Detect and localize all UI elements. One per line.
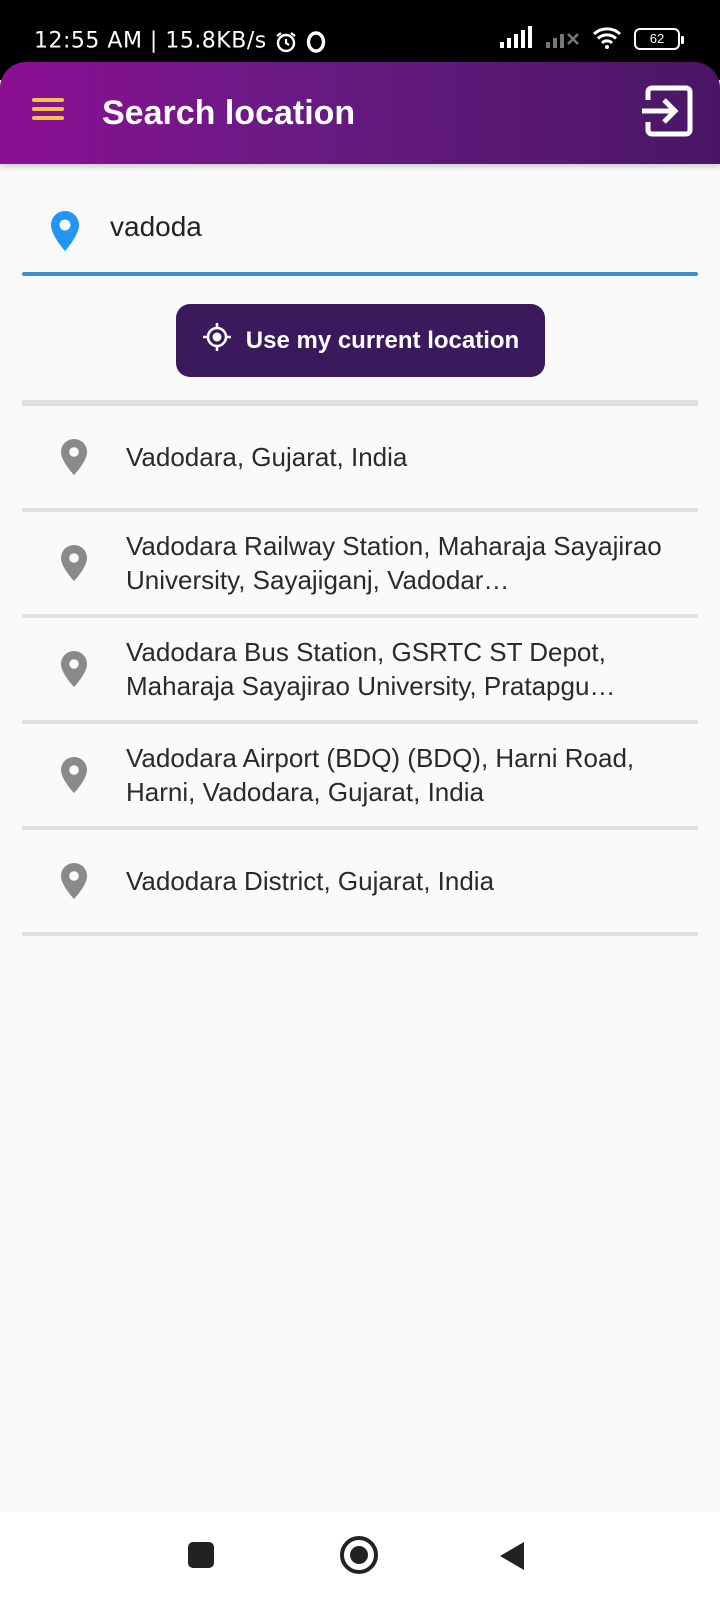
list-item[interactable]: Vadodara, Gujarat, India (22, 406, 698, 512)
page-title: Search location (102, 94, 356, 132)
signal-no-service-icon (546, 26, 580, 53)
list-item[interactable]: Vadodara Bus Station, GSRTC ST Depot, Ma… (22, 618, 698, 724)
alarm-icon (274, 29, 306, 54)
location-pin-icon (60, 756, 88, 794)
list-item-label: Vadodara District, Gujarat, India (126, 866, 495, 896)
my-location-icon (202, 322, 232, 359)
opera-icon (306, 29, 326, 54)
home-icon[interactable] (340, 1536, 378, 1574)
location-pin-icon (60, 544, 88, 582)
search-underline (22, 272, 698, 276)
list-item-label: Vadodara Railway Station, Maharaja Sayaj… (126, 531, 662, 595)
battery-icon: 62 (634, 28, 684, 50)
list-item[interactable]: Vadodara Railway Station, Maharaja Sayaj… (22, 512, 698, 618)
app-bar: Search location (0, 62, 720, 164)
search-input[interactable] (110, 202, 670, 252)
list-item-label: Vadodara, Gujarat, India (126, 442, 408, 472)
list-item-label: Vadodara Bus Station, GSRTC ST Depot, Ma… (126, 637, 616, 701)
hamburger-icon[interactable] (30, 94, 70, 134)
system-navigation-bar (0, 1512, 720, 1600)
use-current-location-label: Use my current location (245, 326, 520, 354)
search-field[interactable] (22, 190, 698, 276)
list-item-label: Vadodara Airport (BDQ) (BDQ), Harni Road… (126, 743, 635, 807)
status-time: 12:55 AM | 15.8KB/s (34, 28, 267, 54)
back-icon[interactable] (500, 1542, 524, 1570)
list-item[interactable]: Vadodara Airport (BDQ) (BDQ), Harni Road… (22, 724, 698, 830)
exit-to-app-icon[interactable] (638, 82, 696, 140)
wifi-icon (592, 25, 622, 54)
location-pin-icon (60, 438, 88, 476)
location-pin-icon (60, 650, 88, 688)
location-pin-icon (60, 862, 88, 900)
signal-icon (500, 25, 534, 53)
search-results-list: Vadodara, Gujarat, India Vadodara Railwa… (22, 406, 698, 936)
list-item[interactable]: Vadodara District, Gujarat, India (22, 830, 698, 936)
recent-apps-icon[interactable] (188, 1542, 214, 1568)
location-pin-icon (50, 210, 80, 252)
use-current-location-button[interactable]: Use my current location (176, 304, 545, 377)
